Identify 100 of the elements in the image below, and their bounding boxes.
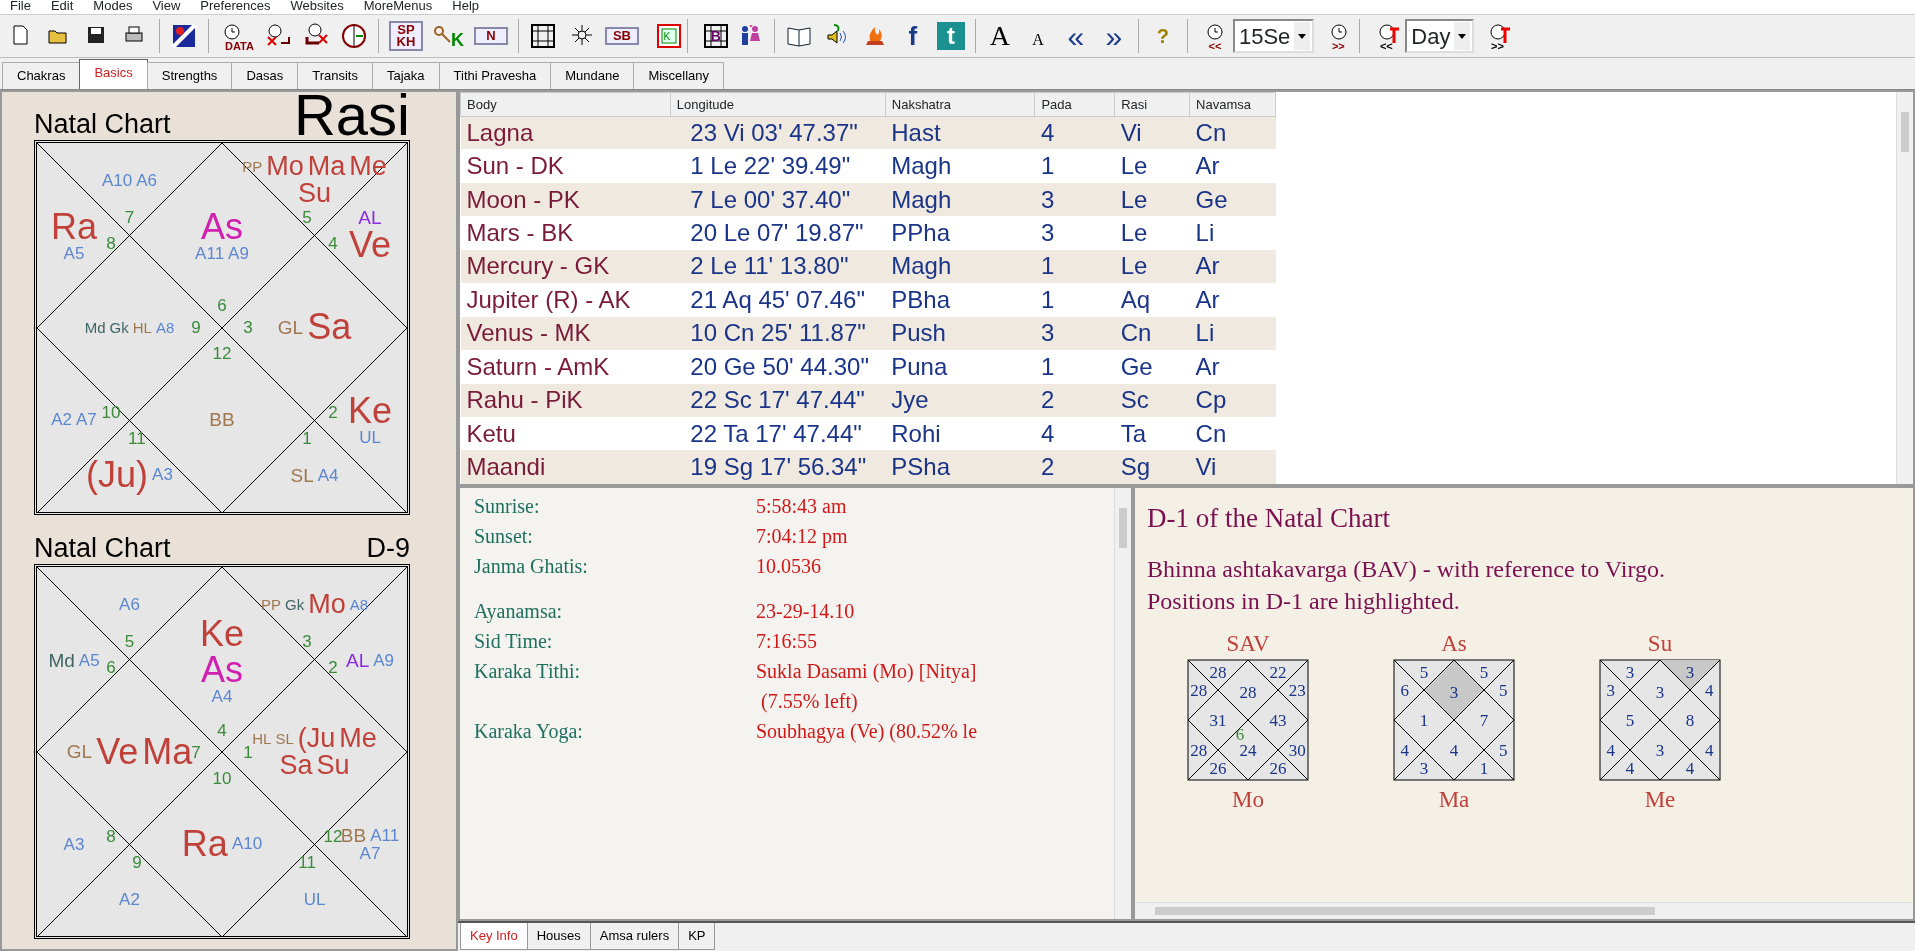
scrollbar[interactable] [1135,902,1913,919]
tab[interactable]: Chakras [2,61,81,89]
arudha-label: UL [359,428,381,446]
table-cell: Cp [1189,383,1276,417]
info-value: Soubhagya (Ve) (80.52% le [756,719,978,744]
info-value: 7:04:12 pm [756,524,848,549]
info-value: 5:58:43 am [756,494,847,519]
chart-title: Su [1647,630,1673,657]
menu-item[interactable]: Modes [83,0,143,14]
arudha-label: A7 [76,410,97,428]
house-number: 3 [243,318,253,336]
toolbar-button[interactable]: >> [1478,18,1513,54]
toolbar-button[interactable]: SB [601,18,642,54]
column-header[interactable]: Nakshatra [885,92,1035,116]
table-cell: Ar [1189,350,1276,384]
table-cell: 3 [1034,182,1115,217]
column-header[interactable]: Navamsa [1189,92,1276,116]
bav-value: 1 [1479,758,1489,778]
table-cell: Le [1114,216,1190,250]
column-header[interactable]: Longitude [670,92,886,116]
chart-title: Mo [1232,786,1264,813]
info-label: Sid Time: [474,629,554,654]
house-number: 9 [132,853,142,871]
toolbar-button[interactable]: DATA [216,18,257,54]
dropdown[interactable]: Day [1405,19,1475,53]
table-cell: 4 [1034,116,1115,150]
lagna-point-label: HL [132,319,152,335]
toolbar-button[interactable]: << [1194,18,1229,54]
menu-item[interactable]: View [142,0,191,14]
column-header[interactable]: Body [460,92,671,116]
toolbar-button[interactable]: << [1367,18,1402,54]
arudha-label: A9 [228,244,249,262]
scrollbar[interactable] [1896,92,1913,484]
planet-label: Ke [200,615,244,652]
table-cell: Cn [1189,116,1276,150]
toolbar-button[interactable]: N [470,18,511,54]
toolbar-button[interactable]: K [429,18,467,54]
info-label: Sunset: [474,524,534,549]
table-cell: Ge [1114,350,1190,384]
table-cell: 3 [1034,316,1115,351]
bav-value: 5 [1498,680,1508,700]
bav-value: 3 [1625,662,1635,682]
toolbar-button[interactable]: A [982,18,1017,54]
description-text: Bhinna ashtakavarga (BAV) - with reference to Virgo. [1147,554,1666,584]
toolbar-button[interactable]: f [895,18,930,54]
arudha-label: A5 [78,651,100,669]
bav-value: 4 [1704,740,1714,760]
arudha-label: A8 [349,596,368,612]
toolbar-button[interactable]: « [1058,18,1093,54]
toolbar-button[interactable]: K [645,18,680,54]
menu-item[interactable]: Help [442,0,490,14]
chart-title: Me [1644,786,1676,813]
framed-letter-icon [655,23,682,49]
tab[interactable]: Miscellany [633,61,725,89]
table-cell: 1 [1034,350,1115,384]
chart-title: As [1441,630,1467,657]
table-cell: Sc [1114,383,1190,417]
panel-title: D-1 of the Natal Chart [1147,502,1391,535]
scrollbar[interactable] [1114,488,1131,919]
tab[interactable]: Key Info [460,923,528,950]
bav-value: 28 [1190,680,1208,700]
toolbar-button[interactable]: » [1096,18,1131,54]
dropdown[interactable]: 15Se [1232,19,1315,53]
table-cell: 22 Sc 17' 47.44" [670,383,886,417]
tab[interactable]: KP [678,923,716,950]
table-cell: 21 Aq 45' 07.46" [670,283,886,317]
tab[interactable]: Strengths [146,61,233,89]
table-cell: Le [1114,249,1190,284]
house-number: 12 [212,344,232,362]
table-cell: Vi [1114,116,1190,150]
grid-icon [529,23,556,49]
menu-item[interactable]: MoreMenus [353,0,443,14]
bav-value: 26 [1209,758,1227,778]
column-header[interactable]: Rasi [1114,92,1190,116]
bav-value: 5 [1498,740,1508,760]
menu-item[interactable]: Edit [40,0,84,14]
toolbar-button[interactable]: B [694,18,729,54]
house-number: 8 [106,234,116,251]
toolbar-button[interactable]: A [1020,18,1055,54]
arudha-label: A5 [63,244,85,262]
table-cell: 2 Le 11' 13.80" [670,249,886,284]
lagna-point-label: SL [290,465,314,485]
table-cell: Ar [1189,149,1276,183]
tab[interactable]: Basics [79,58,148,89]
bav-value: 28 [1190,740,1208,760]
table-cell: 19 Sg 17' 56.34" [670,450,886,484]
menu-item[interactable]: Preferences [190,0,281,14]
house-number: 8 [106,827,116,845]
bav-value: 4 [1685,758,1695,778]
upagraha-label: Gk [285,596,305,612]
bav-value: 4 [1449,740,1459,760]
menu-item[interactable]: File [0,0,41,14]
bav-value: 30 [1288,740,1306,760]
lagna-point-label: SL [275,730,294,746]
house-number: 4 [217,721,227,739]
menu-item[interactable]: Websites [280,0,354,14]
ascendant-label: As [201,208,243,245]
toolbar-button[interactable]: >> [1318,18,1353,54]
lagna-point-label: PP [242,158,263,174]
column-header[interactable]: Pada [1034,92,1115,116]
